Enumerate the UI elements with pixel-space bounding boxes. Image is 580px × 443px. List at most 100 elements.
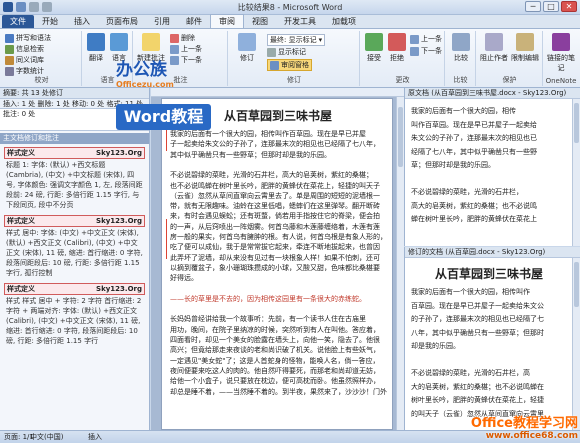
revised-line: 却是我的乐园。 [411, 342, 460, 350]
document-line: 用功，晚间，在院子里纳凉的时候，突然听到有人在叫他。答应着， [170, 325, 380, 334]
style-definition-desc: 样式 样式 居中 + 字符: 2 字符 首行缩进: 2 字符 + 两端对齐: 字… [6, 297, 142, 345]
onenote-group: 链接的笔记 OneNote [544, 31, 578, 86]
revised-line: 百草园。现在是早已并屋子一起卖给朱文公 [411, 301, 544, 310]
compare-button[interactable]: 比较 [449, 33, 473, 63]
original-scrollbar[interactable] [572, 99, 580, 246]
accept-icon [365, 33, 383, 51]
document-line: ——长的草里是不去的，因为相传这园里有一条很大的赤练蛇。 [170, 294, 366, 303]
original-line: 不必说碧绿的菜畦，光滑的石井栏， [411, 188, 523, 196]
document-line: 四面看时，却见一个美女的脸露在墙头上，向他一笑，隐去了。他很 [170, 336, 380, 344]
track-changes-icon [238, 33, 256, 51]
tab-mailings[interactable]: 邮件 [178, 15, 210, 28]
document-line: 房一般的果实，何首乌有臃肿的根。有人说，何首乌根是有象人形的， [170, 233, 387, 241]
style-definition-item[interactable]: 样式定义 Sky123.Org 样式 样式 居中 + 字符: 2 字符 首行缩进:… [4, 283, 145, 348]
change-bar [166, 219, 167, 259]
delete-comment-button[interactable]: 删除 [170, 33, 195, 43]
language-icon [110, 33, 128, 51]
tab-insert[interactable]: 插入 [66, 15, 98, 28]
block-authors-button[interactable]: 阻止作者 [479, 33, 509, 63]
style-definition-desc: 标题 1: 字体: (默认) +西文标题 (Cambria), (中文) +中文… [6, 161, 143, 209]
spelling-button[interactable]: 拼写和语法 [5, 33, 51, 43]
document-line: 给他一个小盒子，说只要放在枕边，便可高枕而卧。他虽然照样办， [170, 377, 380, 386]
window-title: 比较结果8 - Microsoft Word [237, 3, 343, 12]
document-area: 从百草园到三味书屋 我家的后面有一个很大的园，相传叫作百草园。现在是早已并屋 子一… [151, 88, 404, 430]
style-definition-item[interactable]: 样式定义 Sky123.Org 样式 居中: 字体: (中文) +中文正文 (宋体… [4, 215, 145, 280]
onenote-label: OneNote [545, 77, 577, 85]
office68-watermark: Office教程学习网 www.office68.com [470, 416, 578, 441]
onenote-icon [552, 33, 570, 51]
original-pane-header: 原文档 (从百草园到三味书屋.docx - Sky123.Org) [405, 88, 580, 99]
thesaurus-button[interactable]: 同义词库 [5, 55, 44, 65]
original-line: 朱文公的子孙了，连那最末次的相见也已 [411, 134, 537, 142]
style-definition-title: 样式定义 Sky123.Org [4, 283, 145, 295]
document-line: 其中似乎确凿只有一些野草；但那时却是我的乐园。 [170, 150, 331, 159]
scroll-thumb[interactable] [574, 262, 579, 307]
insert-mode-indicator[interactable]: 插入 [88, 431, 102, 443]
document-line: 却总是睡不着，——当然睡不着的。到半夜，果然来了，沙沙沙！门外 [170, 387, 387, 396]
language-indicator[interactable]: 中文(中国) [30, 431, 63, 443]
translate-button[interactable]: 翻译 [85, 33, 107, 63]
reviewing-pane-button[interactable]: 审阅窗格 [267, 59, 312, 71]
reject-button[interactable]: 拒绝 [386, 33, 408, 63]
compare-group: 比较 比较 [446, 31, 476, 86]
thesaurus-icon [5, 55, 14, 65]
revised-line: 大的皂荚树，紫红的桑椹；也不必说鸣蝉在 [411, 382, 544, 391]
maximize-button[interactable]: □ [543, 1, 559, 12]
chevron-down-icon: ▾ [318, 36, 323, 44]
ribbon-review: 拼写和语法 信息检索 同义词库 字数统计 校对 翻译 语言 语言 新建批注 删除… [0, 29, 580, 88]
protect-label: 保护 [502, 76, 517, 84]
tab-addins[interactable]: 加载项 [324, 15, 364, 28]
restrict-editing-button[interactable]: 限制编辑 [510, 33, 540, 63]
next-change-button[interactable]: 下一条 [410, 46, 442, 56]
style-definition-title: 样式定义 Sky123.Org [4, 147, 145, 159]
document-line: 此弄坏了泥墙，却从来没有见过有一块根象人样！如果不怕刺，还可 [170, 253, 380, 262]
original-line: 经隔了七八年，其中似乎确凿只有一些野 [411, 147, 537, 156]
main-doc-revisions-header: 主文档修订和批注 [0, 133, 149, 144]
display-for-review-select[interactable]: 最终: 显示标记 ▾ [267, 34, 326, 46]
tab-references[interactable]: 引用 [146, 15, 178, 28]
reviewing-pane: 摘要: 共 13 处修订 插入: 1 处 删除: 1 处 移动: 0 处 格式:… [0, 88, 150, 430]
close-button[interactable]: ✕ [561, 1, 577, 12]
spelling-icon [5, 33, 14, 43]
compare-label: 比较 [453, 76, 468, 84]
tab-file[interactable]: 文件 [2, 15, 34, 28]
style-definition-item[interactable]: 样式定义 Sky123.Org 标题 1: 字体: (默认) +西文标题 (Cam… [4, 147, 145, 212]
revised-scrollbar[interactable] [572, 258, 580, 430]
scroll-thumb[interactable] [398, 107, 403, 167]
reviewing-pane-header: 摘要: 共 13 处修订 [0, 88, 149, 99]
reviewing-pane-icon [270, 60, 279, 70]
delete-icon [170, 33, 179, 43]
document-page[interactable]: 从百草园到三味书屋 我家的后面有一个很大的园，相传叫作百草园。现在是早已并屋 子一… [161, 98, 393, 430]
prev-comment-button[interactable]: 上一条 [170, 44, 202, 54]
document-scrollbar[interactable] [396, 97, 404, 430]
proofing-label: 校对 [34, 76, 49, 84]
document-line: 一定遇见"美女蛇"了；这是人首蛇身的怪物，能唤人名，倘一答应， [170, 356, 380, 365]
prev-change-button[interactable]: 上一条 [410, 34, 442, 44]
scroll-thumb[interactable] [574, 103, 579, 143]
style-definition-desc: 样式 居中: 字体: (中文) +中文正文 (宋体), (默认) +西文正文 (… [6, 229, 143, 277]
show-markup-icon [267, 47, 276, 57]
changes-label: 更改 [395, 76, 410, 84]
accept-button[interactable]: 接受 [363, 33, 385, 63]
previous-icon [170, 44, 179, 54]
restrict-editing-icon [516, 33, 534, 51]
tab-page-layout[interactable]: 页面布局 [98, 15, 146, 28]
document-line: 也不必说鸣蝉在树叶里长吟，肥胖的黄蜂伏在菜花上，轻捷的叫天子 [170, 181, 380, 190]
tab-review[interactable]: 审阅 [210, 14, 244, 28]
track-changes-button[interactable]: 修订 [233, 33, 261, 63]
minimize-button[interactable]: ─ [525, 1, 541, 12]
tab-home[interactable]: 开始 [34, 15, 66, 28]
word-tutorial-badge: Word教程 [116, 104, 211, 130]
revised-pane-header: 修订的文档 (从百草园.docx - Sky123.Org) [405, 247, 580, 258]
linked-notes-button[interactable]: 链接的笔记 [546, 33, 576, 73]
revised-document-pane: 修订的文档 (从百草园.docx - Sky123.Org) 从百草园到三味书屋… [404, 247, 580, 430]
document-line: 长妈妈曾经讲给我一个故事听：先前，有一个读书人住在古庙里 [170, 315, 366, 324]
research-button[interactable]: 信息检索 [5, 44, 44, 54]
show-markup-button[interactable]: 显示标记 [267, 47, 306, 57]
document-line: 高兴；但竟给那走来夜谈的老和尚识破了机关。说他脸上有些妖气， [170, 346, 380, 355]
document-line: 不必说碧绿的菜畦，光滑的石井栏，高大的皂荚树，紫红的桑椹； [170, 171, 373, 180]
horizontal-ruler[interactable] [151, 88, 404, 97]
research-icon [5, 44, 14, 54]
tab-developer[interactable]: 开发工具 [276, 15, 324, 28]
tab-view[interactable]: 视图 [244, 15, 276, 28]
